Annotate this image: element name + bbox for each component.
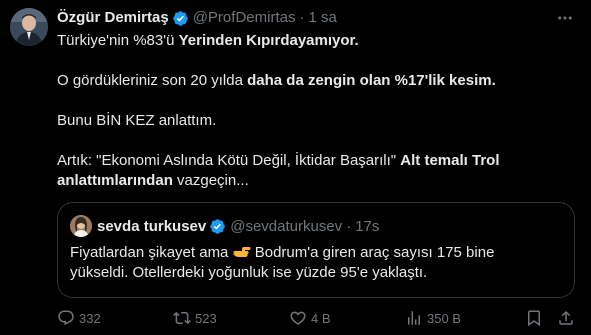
- tweet-action-bar: 332 523 4 B 350 B: [57, 308, 577, 328]
- quoted-tweet[interactable]: sevda turkusev @sevdaturkusev · 17s Fiya…: [57, 202, 575, 298]
- more-options-icon[interactable]: [555, 8, 575, 28]
- views-chart-icon: [405, 309, 423, 327]
- reply-icon: [57, 309, 75, 327]
- tweet-text: Türkiye'nin %83'ü Yerinden Kıpırdayamıyo…: [57, 31, 577, 191]
- quoted-line-1: Fiyatlardan şikayet ama Bodrum'a giren a…: [70, 244, 495, 261]
- views-button[interactable]: 350 B: [405, 308, 461, 328]
- verified-badge-icon: [209, 218, 226, 235]
- author-name[interactable]: Özgür Demirtaş: [57, 8, 169, 28]
- share-button[interactable]: [557, 308, 575, 328]
- quoted-header-separator: ·: [346, 217, 352, 235]
- reply-count: 332: [79, 310, 101, 326]
- share-icon: [557, 309, 575, 327]
- bookmark-icon: [525, 309, 543, 327]
- like-button[interactable]: 4 B: [289, 308, 331, 328]
- author-avatar[interactable]: [10, 8, 48, 46]
- verified-badge-icon: [172, 10, 189, 27]
- header-separator: ·: [299, 9, 305, 26]
- repost-icon: [173, 309, 191, 327]
- quoted-author-avatar: [70, 215, 92, 237]
- author-handle[interactable]: @ProfDemirtas: [193, 8, 296, 28]
- quoted-tweet-header: sevda turkusev @sevdaturkusev · 17s: [97, 216, 379, 236]
- views-count: 350 B: [427, 310, 461, 326]
- quoted-author-handle: @sevdaturkusev: [230, 217, 343, 235]
- reply-button[interactable]: 332: [57, 308, 101, 328]
- pointing-hand-emoji-icon: [233, 244, 251, 260]
- quoted-tweet-text: Fiyatlardan şikayet ama Bodrum'a giren a…: [70, 243, 560, 283]
- like-count: 4 B: [311, 310, 331, 326]
- tweet-line-5: anlattımlarından vazgeçin...: [57, 172, 249, 189]
- repost-count: 523: [195, 310, 217, 326]
- tweet-line-2: O gördükleriniz son 20 yılda daha da zen…: [57, 72, 496, 89]
- heart-icon: [289, 309, 307, 327]
- bookmark-button[interactable]: [525, 308, 543, 328]
- tweet-line-4: Artık: "Ekonomi Aslında Kötü Değil, İkti…: [57, 152, 500, 169]
- tweet-timestamp[interactable]: 1 sa: [308, 8, 336, 28]
- quoted-line-2: yükseldi. Otellerdeki yoğunluk ise yüzde…: [70, 264, 428, 281]
- tweet-line-1: Türkiye'nin %83'ü Yerinden Kıpırdayamıyo…: [57, 32, 359, 49]
- quoted-author-name: sevda turkusev: [97, 217, 207, 235]
- repost-button[interactable]: 523: [173, 308, 217, 328]
- quoted-timestamp: 17s: [355, 217, 380, 235]
- tweet-line-3: Bunu BİN KEZ anlattım.: [57, 112, 217, 129]
- tweet-header: Özgür Demirtaş @ProfDemirtas · 1 sa: [57, 8, 591, 28]
